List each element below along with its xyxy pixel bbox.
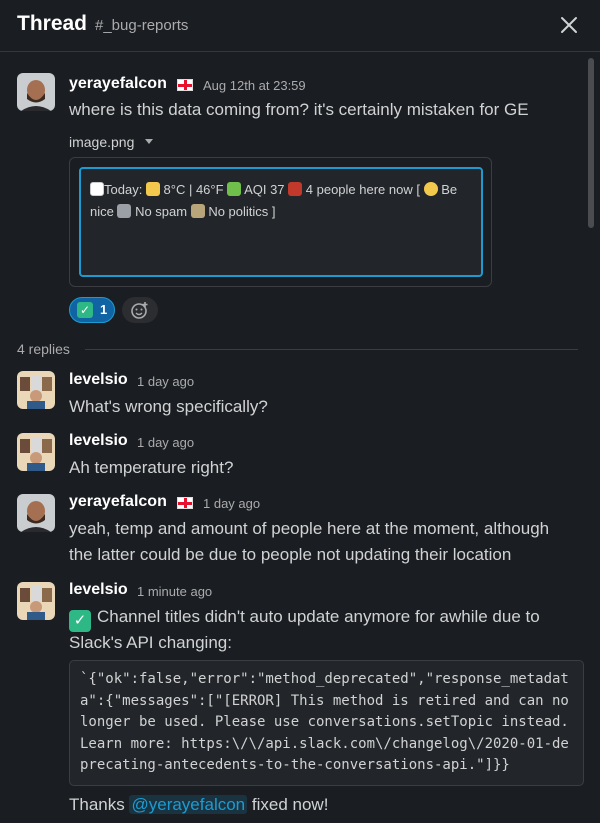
check-mark-icon: ✓ <box>69 610 91 632</box>
user-mention[interactable]: @yerayefalcon <box>129 795 248 814</box>
thread-title: Thread <box>17 12 88 35</box>
attachment-filename[interactable]: image.png <box>69 134 134 150</box>
image-preview: Today: 8°C | 46°F AQI 37 4 people here n… <box>79 167 483 277</box>
timestamp[interactable]: Aug 12th at 23:59 <box>203 78 306 93</box>
message-text-line1: yeah, temp and amount of people here at … <box>69 519 550 538</box>
georgia-flag-icon <box>177 79 193 91</box>
reaction-count: 1 <box>100 302 108 317</box>
backpack-icon <box>288 182 303 196</box>
code-text: `{"ok":false,"error":"method_deprecated"… <box>80 671 578 773</box>
georgia-flag-icon <box>90 182 104 196</box>
message-text-line1: ✓ Channel titles didn't auto update anymo… <box>69 604 540 632</box>
author-name[interactable]: yerayefalcon <box>69 75 167 93</box>
avatar[interactable] <box>17 433 55 471</box>
megaphone-icon <box>117 204 132 218</box>
author-name[interactable]: levelsio <box>69 432 128 450</box>
close-icon[interactable] <box>556 12 582 38</box>
chevron-down-icon[interactable] <box>145 139 153 144</box>
channel-name[interactable]: #_bug-reports <box>95 17 188 34</box>
message-text-line2: the latter could be due to people not up… <box>69 545 512 564</box>
image-preview-text: Today: 8°C | 46°F AQI 37 4 people here n… <box>90 182 458 219</box>
message-text: What's wrong specifically? <box>69 397 268 416</box>
image-attachment[interactable]: Today: 8°C | 46°F AQI 37 4 people here n… <box>69 157 492 287</box>
avatar[interactable] <box>17 494 55 532</box>
message-text: Ah temperature right? <box>69 458 234 477</box>
classical-building-icon <box>190 204 205 218</box>
replies-count: 4 replies <box>17 341 70 357</box>
georgia-flag-icon <box>177 497 193 509</box>
timestamp[interactable]: 1 minute ago <box>137 584 212 599</box>
smile-icon <box>423 182 438 196</box>
avatar[interactable] <box>17 582 55 620</box>
fixed-text: fixed now! <box>251 795 329 814</box>
author-name[interactable]: levelsio <box>69 581 128 599</box>
author-name[interactable]: levelsio <box>69 371 128 389</box>
thanks-text: Thanks <box>69 795 125 814</box>
timestamp[interactable]: 1 day ago <box>137 374 194 389</box>
leaf-icon <box>227 182 242 196</box>
message-text: where is this data coming from? it's cer… <box>69 100 529 119</box>
avatar[interactable] <box>17 371 55 409</box>
scrollbar[interactable] <box>588 58 594 228</box>
message-text-thanks: Thanks @yerayefalcon fixed now! <box>69 792 328 818</box>
timestamp[interactable]: 1 day ago <box>203 496 260 511</box>
code-block: `{"ok":false,"error":"method_deprecated"… <box>69 660 584 786</box>
divider <box>85 349 578 350</box>
avatar[interactable] <box>17 73 55 111</box>
message-text-line2: Slack's API changing: <box>69 633 232 652</box>
add-reaction-button[interactable] <box>122 297 158 323</box>
thread-header: Thread #_bug-reports <box>0 0 600 52</box>
check-mark-icon: ✓ <box>77 302 93 318</box>
author-name[interactable]: yerayefalcon <box>69 493 167 511</box>
timestamp[interactable]: 1 day ago <box>137 435 194 450</box>
reaction-check[interactable]: ✓ 1 <box>69 297 115 323</box>
sun-cloud-icon <box>145 182 160 196</box>
message-text: Channel titles didn't auto update anymor… <box>97 607 540 626</box>
